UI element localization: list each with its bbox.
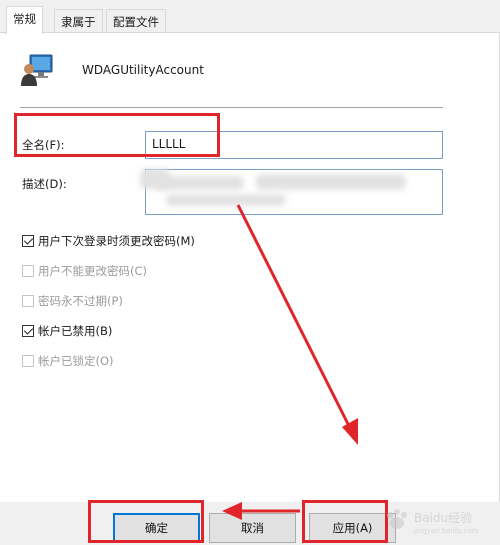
description-field[interactable] (145, 169, 443, 215)
checkbox-account-disabled[interactable]: 帐户已禁用(B) (22, 323, 112, 339)
checkbox-password-never-expires[interactable]: 密码永不过期(P) (22, 293, 123, 309)
tab-general[interactable]: 常规 (6, 6, 43, 34)
checkbox-box[interactable] (22, 355, 34, 367)
tab-member-of[interactable]: 隶属于 (54, 9, 103, 33)
account-name: WDAGUtilityAccount (82, 63, 204, 77)
annotation-highlight-ok (88, 500, 204, 543)
tab-strip: 常规 隶属于 配置文件 (0, 0, 500, 34)
user-account-icon (21, 54, 53, 86)
checkbox-account-locked[interactable]: 帐户已锁定(O) (22, 353, 114, 369)
checkbox-label: 密码永不过期(P) (38, 294, 123, 308)
checkbox-must-change-password[interactable]: 用户下次登录时须更改密码(M) (22, 233, 195, 249)
blurred-text (166, 194, 286, 206)
watermark-subtext: jingyan.baidu.com (413, 527, 479, 535)
checkbox-box[interactable] (22, 295, 34, 307)
checkbox-label: 帐户已锁定(O) (38, 354, 114, 368)
watermark-text: Baidu经验 (414, 510, 472, 525)
divider (20, 107, 443, 108)
baidu-watermark: Baidu经验 jingyan.baidu.com (380, 505, 490, 535)
checkbox-label: 帐户已禁用(B) (38, 324, 113, 338)
checkbox-box[interactable] (22, 235, 34, 247)
blurred-text (256, 174, 406, 190)
checkbox-label: 用户下次登录时须更改密码(M) (38, 234, 195, 248)
tab-profile[interactable]: 配置文件 (106, 9, 166, 33)
checkbox-cannot-change-password[interactable]: 用户不能更改密码(C) (22, 263, 147, 279)
cancel-button[interactable]: 取消 (209, 513, 296, 543)
annotation-highlight-apply (302, 500, 388, 543)
checkbox-label: 用户不能更改密码(C) (38, 264, 148, 278)
description-label: 描述(D): (22, 177, 67, 191)
annotation-highlight-fullname (14, 113, 220, 157)
paw-icon: Baidu经验 jingyan.baidu.com (387, 509, 479, 535)
checkbox-box[interactable] (22, 265, 34, 277)
blurred-text (140, 169, 170, 189)
checkbox-box[interactable] (22, 325, 34, 337)
